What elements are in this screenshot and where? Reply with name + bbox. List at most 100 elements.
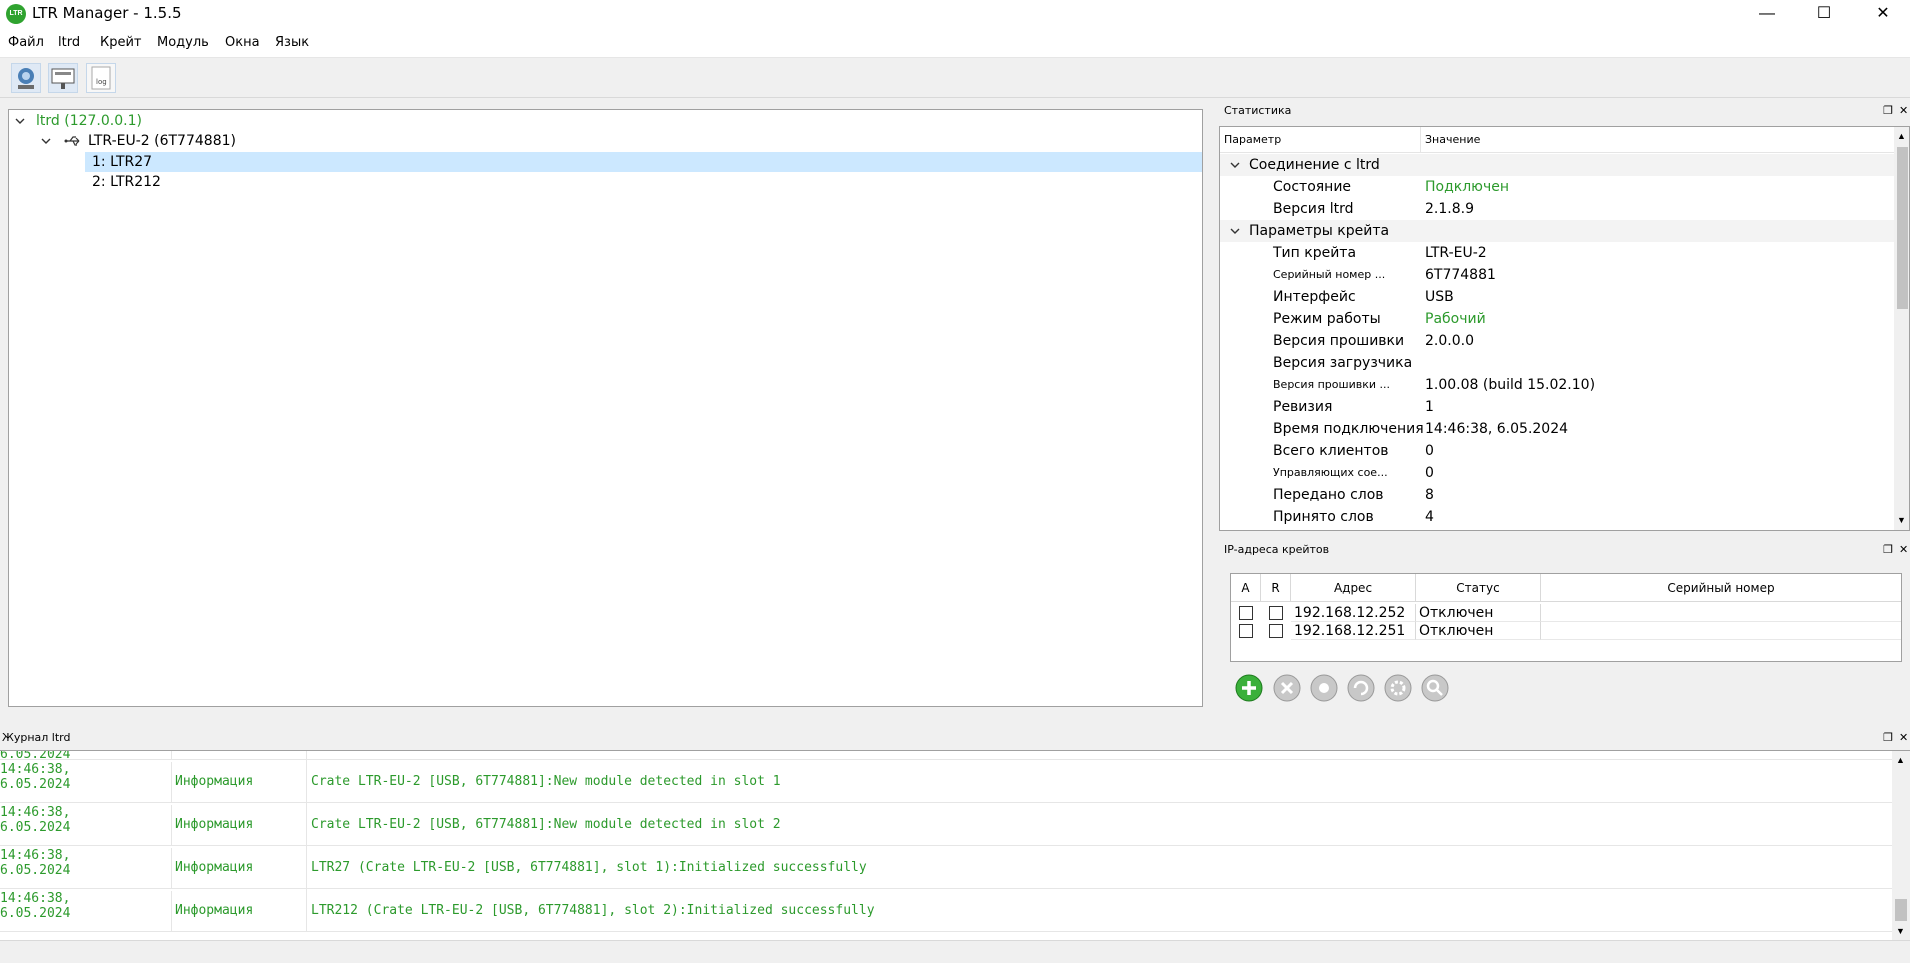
tree-item-crate[interactable]: LTR-EU-2 (6T774881) xyxy=(88,131,236,151)
connect-icon[interactable] xyxy=(1309,673,1339,703)
remove-icon[interactable] xyxy=(1272,673,1302,703)
stats-row: Версия ltrd 2.1.8.9 xyxy=(1273,201,1474,217)
stats-row: Ревизия 1 xyxy=(1273,399,1434,415)
crate-config-toolbar-button[interactable] xyxy=(48,63,78,93)
settings-icon[interactable] xyxy=(1383,673,1413,703)
log-row[interactable]: 14:46:38, 6.05.2024 Информация Crate LTR-… xyxy=(0,760,1892,803)
menu-windows[interactable]: Окна xyxy=(225,35,260,50)
stats-row: Всего клиентов 0 xyxy=(1273,443,1434,459)
maximize-button[interactable]: ☐ xyxy=(1801,0,1847,28)
toolbar: log xyxy=(0,58,1910,98)
log-dock-float-icon[interactable]: ❐ xyxy=(1883,729,1893,747)
log-dock-close-icon[interactable]: ✕ xyxy=(1899,729,1908,747)
stats-row: Серийный номер ... 6T774881 xyxy=(1273,267,1496,283)
ip-col-status[interactable]: Статус xyxy=(1416,574,1541,602)
stats-col-param[interactable]: Параметр xyxy=(1220,127,1421,153)
usb-icon xyxy=(64,136,80,146)
stats-row: Передано слов 8 xyxy=(1273,487,1434,503)
ip-address-cell[interactable]: 192.168.12.252 xyxy=(1291,604,1416,622)
scroll-up-icon[interactable]: ▲ xyxy=(1896,755,1905,765)
close-button[interactable]: ✕ xyxy=(1860,0,1906,28)
stats-row: Время подключения 14:46:38, 6.05.2024 xyxy=(1273,421,1569,437)
tree-item-ltrd[interactable]: ltrd (127.0.0.1) xyxy=(36,111,142,131)
refresh-icon[interactable] xyxy=(1346,673,1376,703)
ip-dock-close-icon[interactable]: ✕ xyxy=(1899,541,1908,559)
chevron-down-icon[interactable] xyxy=(40,135,52,147)
chevron-down-icon[interactable] xyxy=(1229,225,1241,237)
log-scrollbar[interactable]: ▲ ▼ xyxy=(1892,751,1910,940)
stats-group-label: Параметры крейта xyxy=(1249,223,1390,239)
ip-dock-float-icon[interactable]: ❐ xyxy=(1883,541,1893,559)
ip-col-address[interactable]: Адрес xyxy=(1291,574,1416,602)
stats-dock-close-icon[interactable]: ✕ xyxy=(1899,102,1908,120)
stats-dock-title: Статистика xyxy=(1224,104,1292,117)
connect-toolbar-button[interactable] xyxy=(11,63,41,93)
log-row[interactable]: 14:46:38, 6.05.2024 Информация LTR212 (Cr… xyxy=(0,889,1892,932)
stats-row: Управляющих сое... 0 xyxy=(1273,465,1434,481)
window-title: LTR Manager - 1.5.5 xyxy=(32,4,182,22)
stats-group-crate[interactable]: Параметры крейта xyxy=(1220,220,1894,242)
ip-checkbox-r[interactable] xyxy=(1269,624,1283,638)
log-dock-title: Журнал ltrd xyxy=(2,731,71,744)
ip-col-r[interactable]: R xyxy=(1261,574,1291,602)
connect-icon xyxy=(18,68,34,89)
stats-row: Принято слов 4 xyxy=(1273,509,1434,525)
add-icon[interactable] xyxy=(1234,673,1264,703)
scroll-down-icon[interactable]: ▼ xyxy=(1896,926,1905,936)
stats-row: Режим работы Рабочий xyxy=(1273,311,1486,327)
stats-row: Состояние Подключен xyxy=(1273,179,1509,195)
ip-status-cell: Отключен xyxy=(1416,604,1541,622)
ip-col-serial[interactable]: Серийный номер xyxy=(1541,574,1901,602)
stats-row: Версия прошивки 2.0.0.0 xyxy=(1273,333,1474,349)
ip-col-a[interactable]: A xyxy=(1231,574,1261,602)
search-icon[interactable] xyxy=(1420,673,1450,703)
svg-text:log: log xyxy=(96,78,107,86)
scroll-thumb[interactable] xyxy=(1897,147,1908,309)
log-icon: log xyxy=(91,66,111,90)
stats-dock-float-icon[interactable]: ❐ xyxy=(1883,102,1893,120)
ip-serial-cell xyxy=(1541,604,1901,622)
stats-group-connection[interactable]: Соединение с ltrd xyxy=(1220,154,1894,176)
menu-ltrd[interactable]: ltrd xyxy=(58,35,80,50)
ip-table: A R Адрес Статус Серийный номер 192.168.… xyxy=(1230,573,1902,662)
stats-scrollbar[interactable]: ▲ ▼ xyxy=(1894,127,1909,530)
stats-row: Тип крейта LTR-EU-2 xyxy=(1273,245,1487,261)
ip-checkbox-r[interactable] xyxy=(1269,606,1283,620)
stats-row: Версия загрузчика xyxy=(1273,355,1413,371)
menu-language[interactable]: Язык xyxy=(275,35,309,50)
menu-bar: Файл ltrd Крейт Модуль Окна Язык xyxy=(0,28,1910,58)
tree-item-module-1[interactable]: 1: LTR27 xyxy=(92,152,152,172)
tree-item-module-2[interactable]: 2: LTR212 xyxy=(92,172,161,192)
title-bar: LTR LTR Manager - 1.5.5 — ☐ ✕ xyxy=(0,0,1910,28)
app-logo-icon: LTR xyxy=(6,4,26,24)
ip-serial-cell xyxy=(1541,622,1901,640)
scroll-up-icon[interactable]: ▲ xyxy=(1897,131,1906,141)
log-toolbar-button[interactable]: log xyxy=(86,63,116,93)
scroll-thumb[interactable] xyxy=(1895,899,1907,921)
log-table: 6.05.2024 14:46:38, 6.05.2024 Информация … xyxy=(0,750,1910,940)
log-row[interactable]: 14:46:38, 6.05.2024 Информация Crate LTR-… xyxy=(0,803,1892,846)
chevron-down-icon[interactable] xyxy=(1229,159,1241,171)
stats-group-label: Соединение с ltrd xyxy=(1249,157,1380,173)
menu-module[interactable]: Модуль xyxy=(157,35,209,50)
log-row[interactable]: 14:46:38, 6.05.2024 Информация LTR27 (Cra… xyxy=(0,846,1892,889)
device-tree: ltrd (127.0.0.1) LTR-EU-2 (6T774881) 1: … xyxy=(8,109,1203,707)
ip-checkbox-a[interactable] xyxy=(1239,624,1253,638)
ip-status-cell: Отключен xyxy=(1416,622,1541,640)
ip-address-cell[interactable]: 192.168.12.251 xyxy=(1291,622,1416,640)
stats-row: Версия прошивки ... 1.00.08 (build 15.02.… xyxy=(1273,377,1596,393)
menu-file[interactable]: Файл xyxy=(8,35,44,50)
chevron-down-icon[interactable] xyxy=(14,115,26,127)
stats-table: Параметр Значение Соединение с ltrd Сост… xyxy=(1219,126,1910,531)
log-row-partial: 6.05.2024 xyxy=(0,751,1892,762)
stats-row: Интерфейс USB xyxy=(1273,289,1454,305)
minimize-button[interactable]: — xyxy=(1744,0,1790,28)
menu-crate[interactable]: Крейт xyxy=(100,35,142,50)
crate-config-icon xyxy=(51,68,75,89)
ip-dock-title: IP-адреса крейтов xyxy=(1224,543,1330,556)
stats-col-value[interactable]: Значение xyxy=(1421,127,1480,153)
stats-header: Параметр Значение xyxy=(1220,127,1894,153)
scroll-down-icon[interactable]: ▼ xyxy=(1897,515,1906,525)
status-bar xyxy=(0,940,1910,963)
ip-checkbox-a[interactable] xyxy=(1239,606,1253,620)
